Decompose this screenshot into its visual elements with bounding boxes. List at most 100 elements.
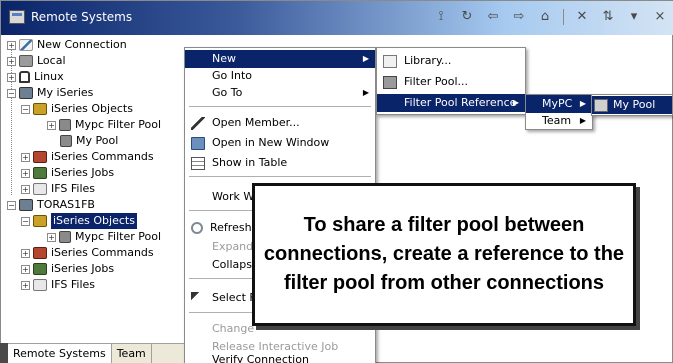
expand-icon[interactable]: + — [21, 152, 30, 162]
back-icon[interactable]: ⇦ — [485, 9, 501, 25]
tree-item-ifs-files[interactable]: + IFS Files — [21, 181, 95, 197]
forward-icon[interactable]: ⇨ — [511, 9, 527, 25]
library-icon — [383, 54, 397, 68]
menu-dropdown-icon[interactable]: ▾ — [626, 9, 642, 25]
collapse-icon[interactable]: − — [7, 88, 16, 98]
tree-item-label: My iSeries — [37, 86, 94, 99]
toolbar-separator — [563, 9, 564, 25]
menu-item-label: New — [212, 52, 236, 65]
tree-item-iseries-commands[interactable]: + iSeries Commands — [21, 149, 154, 165]
menu-item-new[interactable]: New ▶ — [185, 50, 375, 68]
expand-icon[interactable]: + — [21, 168, 30, 178]
tree-item-label: Mypc Filter Pool — [75, 118, 162, 131]
blank-icon — [191, 53, 205, 66]
tab-bar-edge — [0, 343, 8, 363]
menu-item-label: Verify Connection — [212, 355, 309, 363]
pencil-icon — [191, 116, 205, 130]
expand-icon[interactable]: + — [21, 264, 30, 274]
tree-item-linux[interactable]: + Linux — [7, 69, 64, 85]
new-connection-icon[interactable]: ⟟ — [433, 9, 449, 25]
menu-item-open-new-window[interactable]: Open in New Window — [185, 134, 375, 152]
close-icon[interactable]: × — [652, 9, 668, 25]
blank-icon — [191, 355, 205, 363]
menu-item-label: Open Member... — [212, 116, 300, 129]
tree-item-label: Linux — [34, 70, 64, 83]
annotation-callout: To share a filter pool between connectio… — [252, 183, 636, 326]
ifs-files-icon — [33, 279, 47, 291]
view-title: Remote Systems — [31, 10, 133, 24]
tree-item-label: iSeries Jobs — [51, 262, 115, 275]
menu-item-mypc[interactable]: MyPC ▶ — [526, 95, 592, 113]
tree-item-label: IFS Files — [51, 278, 95, 291]
submenu-arrow-icon: ▶ — [512, 98, 519, 107]
callout-text: To share a filter pool between connectio… — [263, 214, 625, 294]
tree-item-local[interactable]: + Local — [7, 53, 66, 69]
refresh-icon[interactable]: ↻ — [459, 9, 475, 25]
menu-item-show-in-table[interactable]: Show in Table — [185, 154, 375, 172]
tree-item-label: IFS Files — [51, 182, 95, 195]
menu-item-open-member[interactable]: Open Member... — [185, 114, 375, 132]
table-icon — [191, 156, 205, 170]
menu-item-filter-pool[interactable]: Filter Pool... — [377, 73, 525, 91]
menu-separator — [189, 106, 371, 107]
home-icon[interactable]: ⌂ — [537, 9, 553, 25]
tree-item-ifs-files[interactable]: + IFS Files — [21, 277, 95, 293]
menu-item-label: Release Interactive Job — [212, 340, 339, 353]
tree-item-mypc-filter-pool[interactable]: + Mypc Filter Pool — [47, 117, 161, 133]
blank-icon — [191, 241, 205, 254]
tab-remote-systems[interactable]: Remote Systems — [8, 344, 112, 363]
expand-icon[interactable]: + — [7, 72, 16, 82]
menu-item-filter-pool-reference[interactable]: Filter Pool Reference ▶ — [377, 94, 525, 112]
iseries-jobs-icon — [33, 263, 47, 275]
expand-icon[interactable]: + — [21, 184, 30, 194]
menu-item-go-into[interactable]: Go Into — [185, 67, 375, 85]
tree-item-label: iSeries Jobs — [51, 166, 115, 179]
blank-icon — [191, 87, 205, 100]
tree-item-label: Mypc Filter Pool — [75, 230, 162, 243]
link-icon[interactable]: ⇅ — [600, 9, 616, 25]
filter-pool-icon — [383, 75, 397, 89]
tree-item-iseries-objects[interactable]: − iSeries Objects — [21, 101, 133, 117]
expand-icon[interactable]: + — [7, 56, 16, 66]
collapse-icon[interactable]: − — [7, 200, 16, 210]
tree-item-new-connection[interactable]: + New Connection — [7, 37, 127, 53]
menu-item-my-pool[interactable]: My Pool — [592, 96, 672, 114]
filter-pool-icon — [59, 119, 71, 131]
tree-item-label: My Pool — [76, 134, 119, 147]
tab-team[interactable]: Team — [111, 344, 152, 363]
menu-item-team[interactable]: Team ▶ — [526, 112, 592, 130]
tree-item-my-iseries[interactable]: − My iSeries — [7, 85, 93, 101]
menu-item-label: Team — [542, 114, 572, 127]
collapse-icon[interactable]: − — [21, 104, 30, 114]
menu-item-release-interactive-job[interactable]: Release Interactive Job — [185, 338, 375, 356]
menu-item-label: Filter Pool Reference — [404, 96, 517, 109]
menu-item-label: Select F — [212, 291, 256, 304]
expand-icon[interactable]: + — [47, 120, 56, 130]
expand-icon[interactable]: + — [47, 232, 56, 242]
menu-item-verify-connection[interactable]: Verify Connection — [185, 355, 375, 363]
blank-icon — [383, 97, 397, 110]
tree-item-mypc-filter-pool[interactable]: + Mypc Filter Pool — [47, 229, 161, 245]
tree-item-my-pool[interactable]: My Pool — [60, 133, 118, 149]
expand-icon[interactable]: + — [21, 248, 30, 258]
collapse-icon[interactable]: ✕ — [574, 9, 590, 25]
expand-icon[interactable]: + — [7, 40, 16, 50]
collapse-icon[interactable]: − — [21, 216, 30, 226]
filter-pool-icon — [60, 135, 72, 147]
tree-item-toras1fb[interactable]: − TORAS1FB — [7, 197, 95, 213]
tree-item-iseries-jobs[interactable]: + iSeries Jobs — [21, 165, 114, 181]
menu-separator — [189, 176, 371, 177]
expand-icon[interactable]: + — [21, 280, 30, 290]
iseries-objects-icon — [33, 103, 47, 115]
tree-item-iseries-objects-selected[interactable]: − iSeries Objects — [21, 213, 137, 229]
view-title-bar: Remote Systems ⟟ ↻ ⇦ ⇨ ⌂ ✕ ⇅ ▾ × — [1, 1, 673, 35]
tree-item-iseries-commands[interactable]: + iSeries Commands — [21, 245, 154, 261]
menu-item-go-to[interactable]: Go To ▶ — [185, 84, 375, 102]
menu-item-library[interactable]: Library... — [377, 52, 525, 70]
new-window-icon — [191, 136, 205, 150]
iseries-objects-icon — [33, 215, 47, 227]
iseries-commands-icon — [33, 247, 47, 259]
new-connection-icon — [19, 39, 33, 51]
tree-item-iseries-jobs[interactable]: + iSeries Jobs — [21, 261, 114, 277]
tree-item-label: Local — [37, 54, 66, 67]
